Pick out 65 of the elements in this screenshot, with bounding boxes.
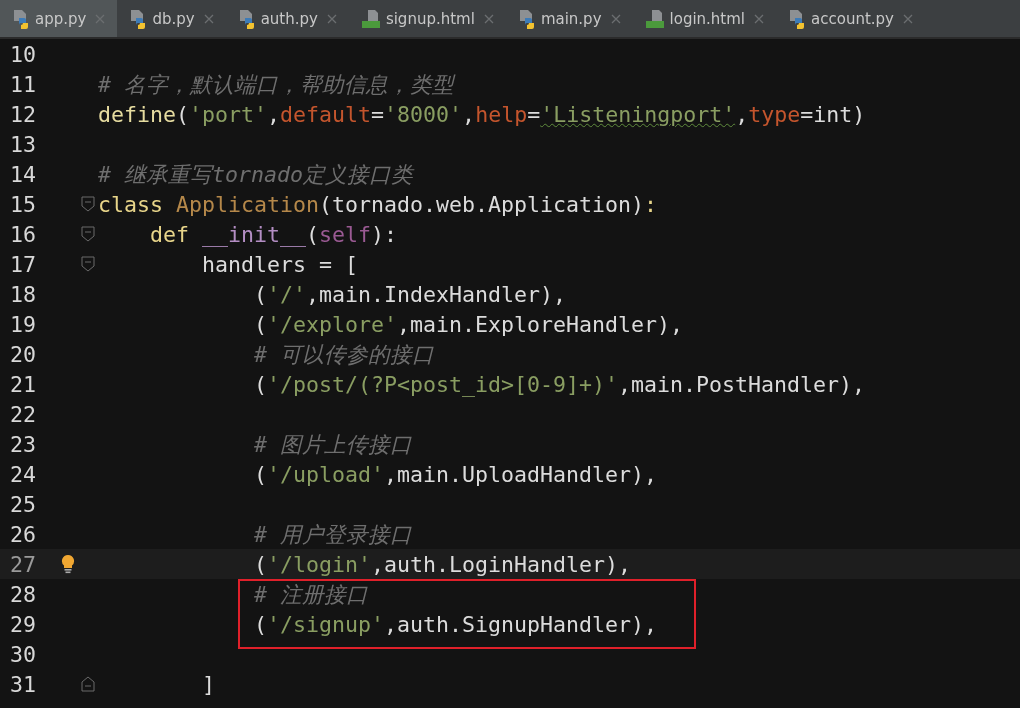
code-comment: # 图片上传接口	[253, 431, 412, 457]
line-number: 16	[9, 221, 37, 247]
line-number: 21	[9, 371, 37, 397]
code-comment: # 继承重写tornado定义接口类	[98, 161, 413, 187]
line-number: 28	[9, 581, 37, 607]
file-tab[interactable]: auth.py	[225, 0, 349, 37]
line-number: 31	[9, 671, 37, 697]
code-comment: # 用户登录接口	[253, 521, 412, 547]
file-tab[interactable]: login.html	[632, 0, 776, 37]
line-number: 25	[9, 491, 37, 517]
line-number: 17	[9, 251, 37, 277]
close-icon[interactable]	[754, 13, 764, 24]
code-line: def __init__(self):	[149, 221, 398, 247]
line-number: 13	[9, 131, 37, 157]
fold-icon[interactable]	[81, 256, 95, 272]
file-tab[interactable]: db.py	[117, 0, 226, 37]
line-number: 12	[9, 101, 37, 127]
close-icon[interactable]	[902, 13, 913, 24]
fold-icon[interactable]	[81, 196, 95, 212]
python-file-icon	[129, 8, 148, 29]
code-line: ('/explore',main.ExploreHandler),	[253, 311, 684, 337]
file-tab[interactable]: app.py	[0, 0, 118, 37]
code-line: ('/post/(?P<post_id>[0-9]+)',main.PostHandler),	[253, 371, 866, 397]
code-line: ('/',main.IndexHandler),	[253, 281, 567, 307]
line-number: 30	[9, 641, 37, 667]
file-tab[interactable]: signup.html	[348, 0, 506, 37]
close-icon[interactable]	[483, 13, 494, 24]
close-icon[interactable]	[610, 13, 621, 24]
code-line: ('/upload',main.UploadHandler),	[253, 461, 658, 487]
close-icon[interactable]	[326, 13, 337, 24]
line-number: 27	[9, 551, 37, 577]
line-number: 18	[9, 281, 37, 307]
code-line: handlers = [	[201, 251, 358, 277]
line-number: 29	[9, 611, 37, 637]
code-line: define('port',default='8000',help='Listeningport',type=int)	[98, 101, 866, 127]
lightbulb-icon[interactable]	[61, 554, 75, 574]
line-number: 14	[9, 161, 37, 187]
line-number: 22	[9, 401, 37, 427]
fold-icon[interactable]	[81, 226, 95, 242]
line-number: 24	[9, 461, 37, 487]
html-file-icon	[360, 8, 381, 29]
python-file-icon	[517, 8, 536, 29]
close-icon[interactable]	[95, 13, 106, 24]
close-icon[interactable]	[203, 13, 214, 24]
code-line: ('/login',auth.LoginHandler),	[253, 551, 632, 577]
code-line: ('/signup',auth.SignupHandler),	[253, 611, 658, 637]
file-tab[interactable]: main.py	[505, 0, 633, 37]
html-file-icon	[644, 8, 665, 29]
line-number: 15	[9, 191, 37, 217]
code-comment: # 名字，默认端口，帮助信息，类型	[98, 71, 454, 97]
line-number: 10	[9, 41, 37, 67]
line-number: 11	[9, 71, 37, 97]
line-number: 20	[9, 341, 37, 367]
line-number: 26	[9, 521, 37, 547]
python-file-icon	[12, 8, 30, 29]
code-comment: # 注册接口	[253, 581, 368, 607]
code-comment: # 可以传参的接口	[253, 341, 434, 367]
line-number: 23	[9, 431, 37, 457]
python-file-icon	[788, 8, 806, 29]
code-line: class Application(tornado.web.Application):	[98, 191, 658, 217]
fold-end-icon[interactable]	[81, 676, 95, 692]
python-file-icon	[237, 8, 256, 29]
file-tab[interactable]: account.py	[776, 0, 925, 37]
line-number: 19	[9, 311, 37, 337]
code-line: ]	[201, 671, 215, 697]
